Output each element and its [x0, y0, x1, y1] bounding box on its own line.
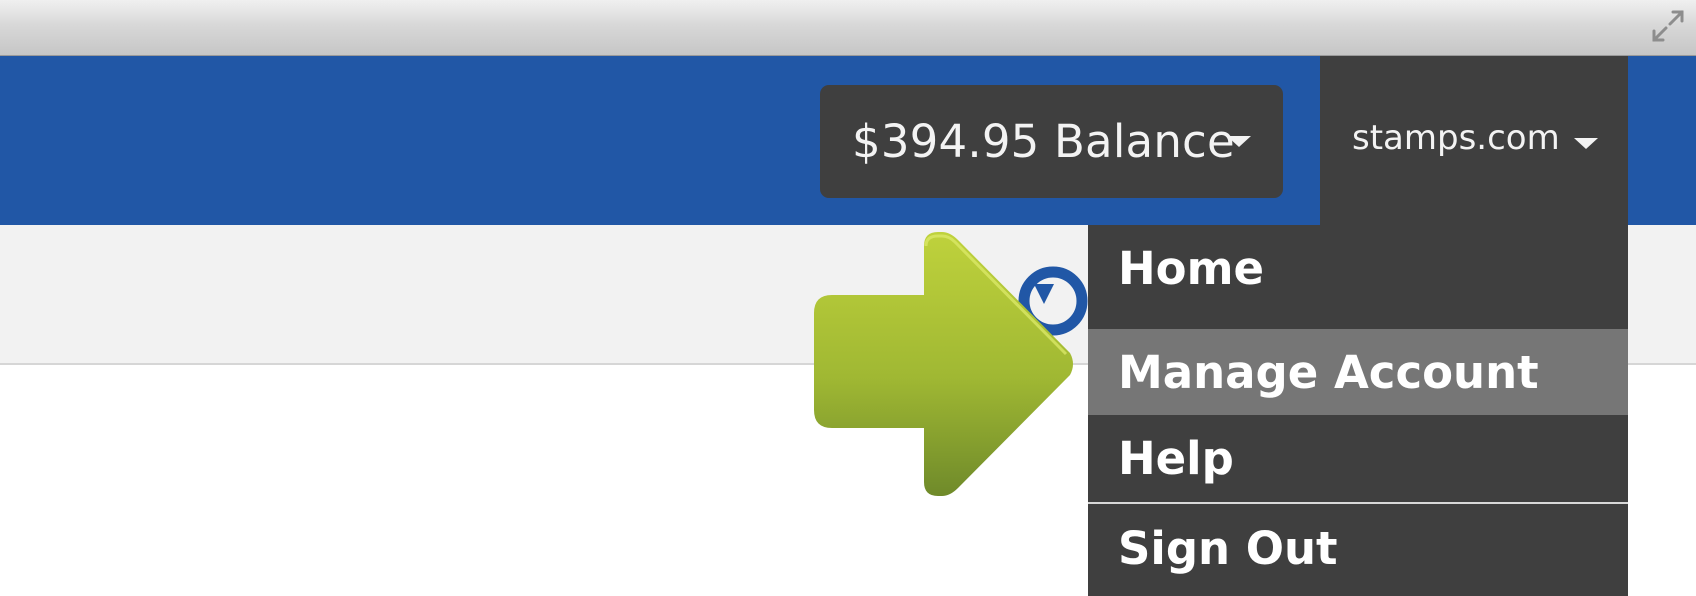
- menu-divider: [1088, 502, 1628, 504]
- menu-item-manage-account[interactable]: Manage Account: [1088, 329, 1628, 415]
- window-title-bar: [0, 0, 1696, 56]
- menu-item-home[interactable]: Home: [1088, 225, 1628, 311]
- caret-down-icon: [1574, 138, 1598, 149]
- menu-item-help[interactable]: Help: [1088, 415, 1628, 501]
- account-dropdown-button[interactable]: stamps.com: [1320, 56, 1628, 225]
- menu-item-sign-out[interactable]: Sign Out: [1088, 505, 1628, 591]
- balance-label: $394.95 Balance: [852, 115, 1235, 168]
- green-arrow-icon: [814, 232, 1073, 496]
- balance-dropdown-button[interactable]: $394.95 Balance: [820, 85, 1283, 198]
- menu-item-label: Home: [1118, 241, 1264, 295]
- account-name-label: stamps.com: [1352, 118, 1560, 158]
- menu-item-label: Manage Account: [1118, 345, 1539, 399]
- menu-item-label: Sign Out: [1118, 521, 1338, 575]
- caret-down-icon: [1227, 136, 1251, 147]
- expand-arrows-icon[interactable]: [1650, 8, 1686, 44]
- account-dropdown-menu: Home Manage Account Help Sign Out: [1088, 225, 1628, 596]
- menu-item-label: Help: [1118, 431, 1234, 485]
